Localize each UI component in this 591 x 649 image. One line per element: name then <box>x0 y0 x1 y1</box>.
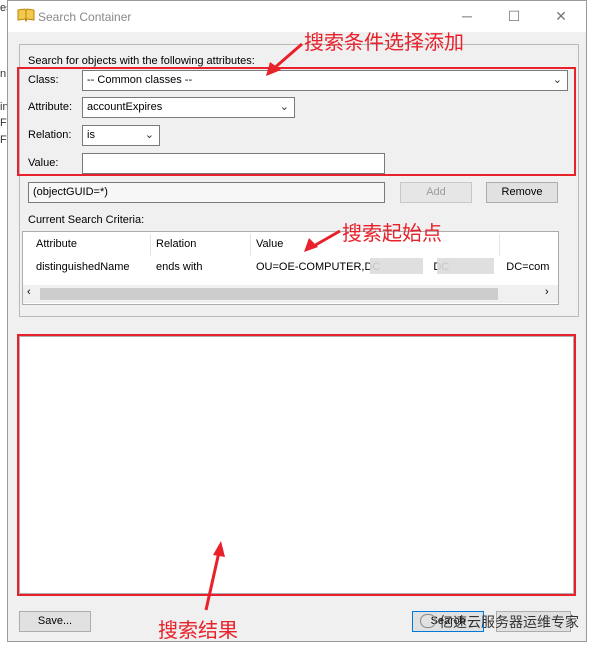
annotation-start-point: 搜索起始点 <box>342 221 442 245</box>
watermark-text: 亿速云服务器运维专家 <box>439 615 579 631</box>
annotation-arrows <box>204 42 341 611</box>
watermark: 亿速云服务器运维专家 <box>420 612 579 632</box>
arrow-results <box>204 551 221 611</box>
watermark-logo-icon <box>420 614 436 628</box>
annotation-results: 搜索结果 <box>158 618 238 642</box>
arrow-conditions <box>271 42 303 72</box>
arrowhead-start-point <box>304 238 318 252</box>
arrow-start-point <box>311 229 341 249</box>
arrowhead-results <box>213 541 225 557</box>
annotation-conditions: 搜索条件选择添加 <box>304 30 464 54</box>
